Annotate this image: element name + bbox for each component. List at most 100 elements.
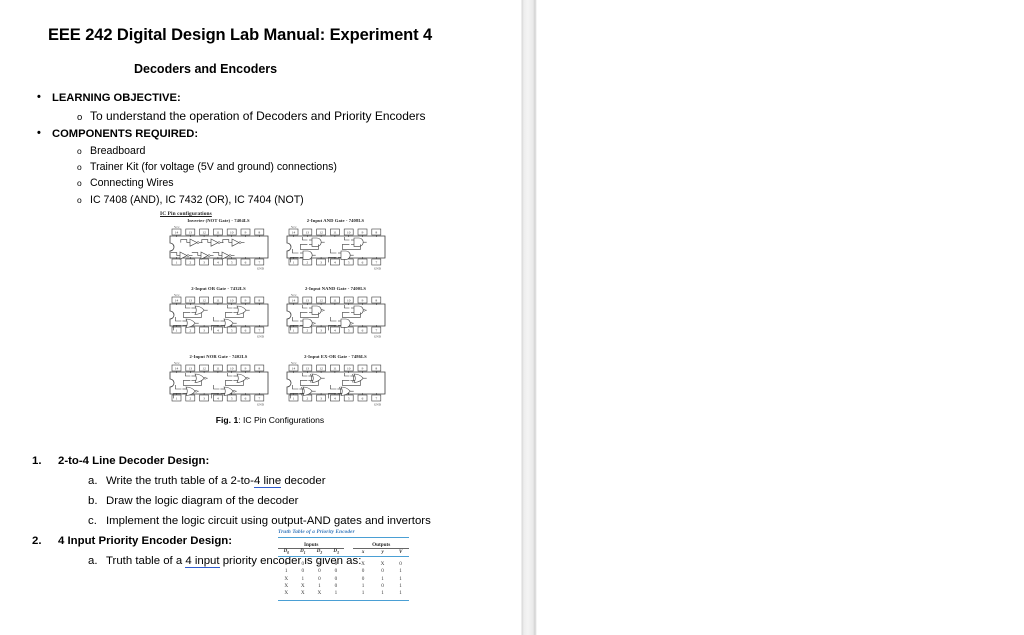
cell-output: 1 (381, 589, 385, 596)
svg-text:3: 3 (203, 261, 205, 265)
table-spacer (344, 541, 353, 548)
svg-text:6: 6 (361, 397, 363, 401)
table-spacer (344, 589, 353, 596)
svg-text:11: 11 (333, 367, 337, 371)
cell-output: 1 (399, 568, 403, 575)
cell-output: X (361, 561, 366, 568)
svg-text:2: 2 (189, 397, 191, 401)
svg-text:6: 6 (361, 329, 363, 333)
svg-text:14: 14 (174, 231, 178, 235)
cell-input: 0 (334, 561, 338, 568)
svg-text:8: 8 (375, 367, 377, 371)
truth-table-bottom-rule (278, 600, 409, 602)
task-title: 4 Input Priority Encoder Design: (58, 535, 233, 547)
column-header-x: x (361, 549, 365, 555)
figure-heading: IC Pin configurations (160, 211, 212, 217)
overview-sublist: BreadboardTrainer Kit (for voltage (5V a… (52, 143, 516, 208)
ic-pin-configuration-figure: IC Pin configurations Inverter (NOT Gate… (160, 211, 396, 422)
cell-output: 1 (361, 582, 365, 589)
page-title: EEE 242 Digital Design Lab Manual: Exper… (48, 26, 433, 44)
svg-text:10: 10 (230, 299, 234, 303)
subtask-text-tail: decoder (281, 475, 326, 487)
cell-input: 1 (301, 575, 305, 582)
task-list: 1. 2-to-4 Line Decoder Design: a. Write the… (32, 451, 492, 571)
subtask-list: a. Write the truth table of a 2-to-4 line… (58, 471, 492, 531)
ic-diagram-xor: VccGND14 13 12 11 10 9 81 2 3 4 5 6 7 (286, 361, 385, 406)
svg-text:Vcc: Vcc (291, 225, 297, 229)
svg-text:10: 10 (230, 367, 234, 371)
column-header-D2: D2 (316, 549, 323, 556)
overview-heading-label: COMPONENTS REQUIRED: (52, 128, 199, 140)
svg-text:6: 6 (244, 261, 246, 265)
svg-text:12: 12 (202, 367, 206, 371)
ic-cell: Inverter (NOT Gate) - 7404LS Vcc GND 14 13 12… (160, 218, 277, 286)
cell-input: X (300, 582, 305, 589)
cell-input: X (284, 582, 289, 589)
truth-table-grid: Inputs Outputs D0 D1 D2 D3 x y V 0 0 0 0 X X 0 1 0 0 0 0 0 1 X 1… (278, 538, 409, 601)
svg-text:13: 13 (188, 367, 192, 371)
svg-text:11: 11 (333, 299, 337, 303)
cell-input: 0 (334, 568, 338, 575)
svg-text:9: 9 (361, 231, 363, 235)
svg-text:1: 1 (292, 329, 294, 333)
svg-text:9: 9 (244, 367, 246, 371)
svg-text:2: 2 (189, 261, 191, 265)
priority-encoder-truth-table: Truth Table of a Priority Encoder Inputs… (278, 529, 409, 602)
column-header-D3: D3 (333, 549, 339, 556)
svg-text:14: 14 (291, 367, 295, 371)
cell-output: X (380, 561, 385, 568)
task-number: 1. (32, 455, 42, 467)
cell-input: 1 (334, 589, 338, 596)
svg-text:4: 4 (334, 261, 336, 265)
svg-text:4: 4 (217, 397, 219, 401)
cell-output: 0 (381, 582, 385, 589)
column-header-D0: D0 (283, 549, 289, 556)
svg-text:11: 11 (216, 367, 220, 371)
ic-cell: 2-Input NOR Gate - 7402LS Vcc GND 14 13 12 11 1… (160, 354, 277, 422)
table-row: 1 0 0 0 0 0 1 (278, 568, 409, 575)
ic-drawing: Vcc GND 14 13 12 11 10 9 8 1 2 3 4 5 6 7 (277, 292, 394, 338)
subtask-letter: c. (88, 515, 97, 527)
cell-input: 0 (301, 561, 305, 568)
svg-text:GND: GND (374, 402, 382, 406)
svg-text:2: 2 (189, 329, 191, 333)
overview-sublist-item: Breadboard (77, 143, 516, 159)
ic-diagram-and: VccGND14 13 12 11 10 9 81 2 3 4 5 6 7 (286, 225, 385, 270)
document-viewer[interactable]: EEE 242 Digital Design Lab Manual: Exper… (0, 0, 1024, 635)
overview-heading: LEARNING OBJECTIVE: To understand the ope… (37, 89, 516, 127)
svg-text:12: 12 (319, 299, 323, 303)
svg-text:8: 8 (375, 231, 377, 235)
svg-text:Vcc: Vcc (174, 361, 180, 365)
table-spacer (344, 568, 353, 575)
svg-text:4: 4 (334, 397, 336, 401)
svg-text:1: 1 (292, 261, 294, 265)
cell-output: 0 (361, 575, 365, 582)
svg-text:1: 1 (292, 397, 294, 401)
cell-input: X (317, 589, 322, 596)
svg-text:12: 12 (202, 231, 206, 235)
cell-output: 1 (399, 589, 403, 596)
table-row: X 1 0 0 0 1 1 (278, 575, 409, 582)
ic-diagram-or: VccGND14 13 12 11 10 9 81 2 3 4 5 6 7 (169, 293, 268, 338)
ic-diagram-nor: VccGND14 13 12 11 10 9 81 2 3 4 5 6 7 (169, 361, 268, 406)
cell-input: 0 (284, 561, 288, 568)
ic-drawing: Vcc GND 14 13 12 11 10 9 8 1 2 3 4 5 6 7 (160, 292, 277, 338)
group-header-outputs: Outputs (372, 541, 391, 548)
cell-output: 0 (381, 568, 385, 575)
cell-input: 1 (284, 568, 288, 575)
cell-input: 0 (318, 568, 321, 575)
table-spacer (344, 561, 353, 568)
ic-drawing: Vcc GND 14 13 12 11 10 9 8 1 2 3 4 5 6 7 (277, 224, 394, 270)
svg-text:7: 7 (375, 261, 377, 265)
subtask-letter: b. (88, 495, 98, 507)
subtask-item: a. Write the truth table of a 2-to-4 line… (88, 471, 492, 491)
svg-text:9: 9 (361, 367, 363, 371)
ic-cell: 2-Input NAND Gate - 7400LS Vcc GND 14 13 12 11… (277, 286, 394, 354)
svg-text:Vcc: Vcc (291, 361, 297, 365)
subtask-letter: a. (88, 475, 98, 487)
cell-output: 1 (381, 575, 385, 582)
column-header-y: y (381, 549, 384, 555)
svg-text:5: 5 (347, 329, 349, 333)
cell-input: 0 (301, 568, 305, 575)
svg-text:2: 2 (306, 329, 308, 333)
